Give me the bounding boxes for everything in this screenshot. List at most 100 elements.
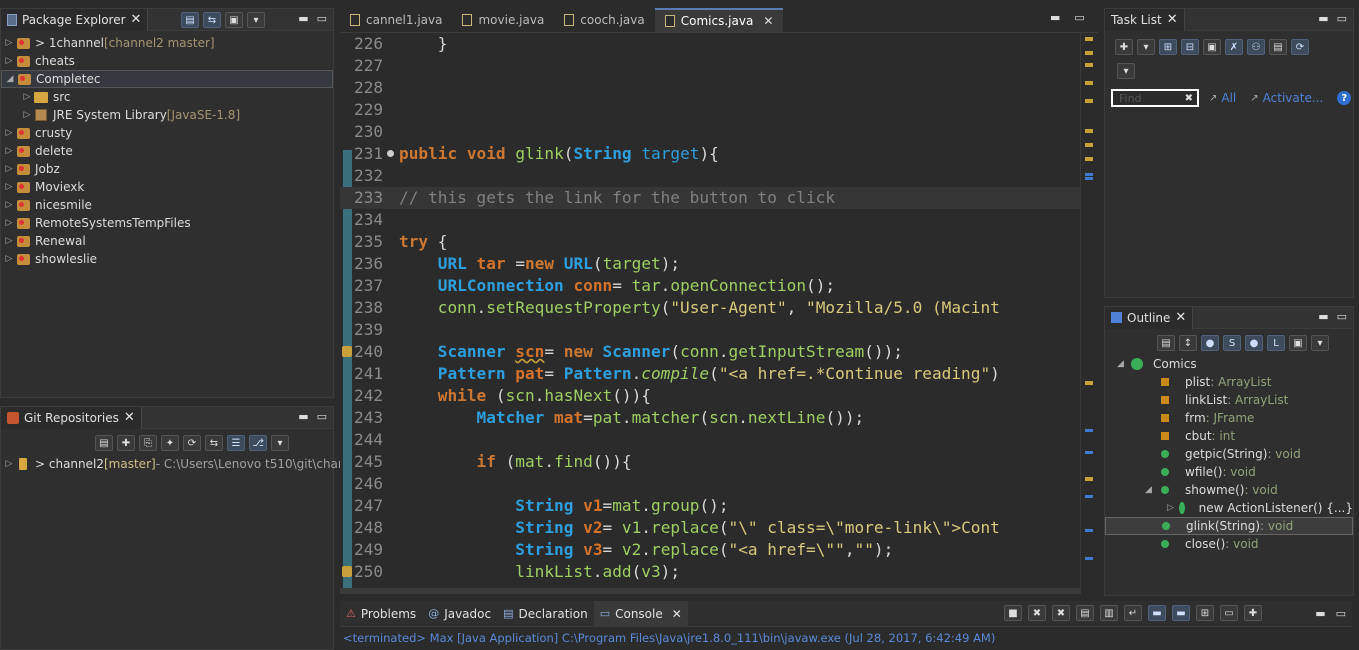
code-line[interactable]: 239 — [340, 319, 1080, 341]
expand-arrow-icon[interactable]: ▷ — [3, 164, 15, 174]
sort-icon[interactable]: ↕ — [1179, 335, 1197, 351]
collapse-arrow-icon[interactable]: ◢ — [4, 74, 16, 84]
collapse-all-icon[interactable]: ▤ — [1269, 39, 1287, 55]
tab-git-repositories[interactable]: Git Repositories ✕ — [1, 406, 142, 429]
tab-task-list[interactable]: Task List ✕ — [1105, 8, 1185, 31]
expand-arrow-icon[interactable]: ▷ — [21, 92, 33, 102]
code-line[interactable]: 249 String v3= v2.replace("<a href=\"","… — [340, 539, 1080, 561]
editor-tab[interactable]: Comics.java ✕ — [654, 8, 784, 32]
open-console-icon[interactable]: ✚ — [1244, 605, 1262, 621]
tree-item[interactable]: ▷ Renewal — [1, 232, 333, 250]
clear-icon[interactable]: ✖ — [1185, 93, 1197, 104]
outline-member-row[interactable]: frm : JFrame — [1105, 409, 1353, 427]
tree-item[interactable]: ▷ cheats — [1, 52, 333, 70]
expand-arrow-icon[interactable]: ▷ — [3, 56, 15, 66]
show-stdout-icon[interactable]: ▬ — [1148, 605, 1166, 621]
warning-icon[interactable] — [342, 346, 352, 357]
find-input[interactable]: Find ✖ — [1111, 89, 1199, 107]
code-line[interactable]: 246 — [340, 473, 1080, 495]
outline-member-row[interactable]: ▷ new ActionListener() {...} — [1105, 499, 1353, 517]
expand-arrow-icon[interactable]: ▷ — [3, 254, 15, 264]
hierarchy-icon[interactable]: ☰ — [227, 435, 245, 451]
code-editor[interactable]: 226 } 227 228 229 230 231 public void glink(St… — [340, 32, 1098, 594]
code-line[interactable]: 248 String v2= v1.replace("\" class=\"mo… — [340, 517, 1080, 539]
new-task-icon[interactable]: ✚ — [1115, 39, 1133, 55]
collapse-arrow-icon[interactable]: ◢ — [1117, 359, 1131, 369]
refresh-icon[interactable]: ⟳ — [183, 435, 201, 451]
warning-marker[interactable] — [1085, 477, 1093, 481]
clone-repo-icon[interactable]: ⎘ — [139, 435, 157, 451]
categorized-icon[interactable]: ⊞ — [1159, 39, 1177, 55]
expand-arrow-icon[interactable]: ▷ — [3, 128, 15, 138]
editor-tab[interactable]: cooch.java — [554, 8, 654, 32]
occurrence-marker[interactable] — [1085, 495, 1093, 498]
tree-item[interactable]: ▷ Jobz — [1, 160, 333, 178]
minimize-icon[interactable]: ▬ — [298, 410, 308, 423]
warning-icon[interactable] — [342, 566, 352, 577]
scheduled-icon[interactable]: ⊟ — [1181, 39, 1199, 55]
code-line[interactable]: 250 linkList.add(v3); — [340, 561, 1080, 583]
terminate-icon[interactable]: ■ — [1004, 605, 1022, 621]
help-icon[interactable]: ? — [1337, 91, 1352, 105]
outline-member-row[interactable]: plist : ArrayList — [1105, 373, 1353, 391]
tree-item[interactable]: ▷ > 1channel [channel2 master] — [1, 34, 333, 52]
code-line[interactable]: 230 — [340, 121, 1080, 143]
link-with-editor-icon[interactable]: ⇆ — [203, 12, 221, 28]
filter-icon[interactable]: ▣ — [225, 12, 243, 28]
outline-member-row[interactable]: close() : void — [1105, 535, 1353, 553]
expand-arrow-icon[interactable]: ▷ — [3, 146, 15, 156]
code-line[interactable]: 228 — [340, 77, 1080, 99]
tab-outline[interactable]: Outline ✕ — [1105, 306, 1194, 329]
warning-marker[interactable] — [1085, 99, 1093, 103]
tree-item[interactable]: ◢ Completec — [1, 70, 333, 88]
expand-arrow-icon[interactable]: ▷ — [3, 38, 15, 48]
close-icon[interactable]: ✕ — [763, 14, 773, 28]
code-line[interactable]: 245 if (mat.find()){ — [340, 451, 1080, 473]
word-wrap-icon[interactable]: ↵ — [1124, 605, 1142, 621]
remove-all-icon[interactable]: ✖ — [1052, 605, 1070, 621]
collapse-icon[interactable]: ▤ — [95, 435, 113, 451]
tab-declaration[interactable]: ▤ Declaration — [497, 601, 594, 627]
tree-item[interactable]: ▷ src — [1, 88, 333, 106]
collapse-all-icon[interactable]: ▤ — [181, 12, 199, 28]
code-line[interactable]: 240 Scanner scn= new Scanner(conn.getInp… — [340, 341, 1080, 363]
code-line[interactable]: 238 conn.setRequestProperty("User-Agent"… — [340, 297, 1080, 319]
outline-member-row[interactable]: wfile() : void — [1105, 463, 1353, 481]
close-icon[interactable]: ✕ — [124, 410, 135, 425]
tree-item[interactable]: ▷ delete — [1, 142, 333, 160]
minimize-icon[interactable]: ▬ — [1318, 310, 1328, 323]
filter-icon[interactable]: ▣ — [1203, 39, 1221, 55]
synchronize-icon[interactable]: ⟳ — [1291, 39, 1309, 55]
view-menu-icon[interactable]: ▾ — [247, 12, 265, 28]
filter-icon[interactable]: ▣ — [1289, 335, 1307, 351]
warning-marker[interactable] — [1085, 143, 1093, 147]
warning-marker[interactable] — [1085, 37, 1093, 41]
code-line[interactable]: 226 } — [340, 33, 1080, 55]
new-task-dropdown-icon[interactable]: ▾ — [1137, 39, 1155, 55]
horizontal-scrollbar[interactable] — [340, 588, 1080, 594]
code-line[interactable]: 237 URLConnection conn= tar.openConnecti… — [340, 275, 1080, 297]
code-line[interactable]: 235 try { — [340, 231, 1080, 253]
occurrence-marker[interactable] — [1085, 177, 1093, 180]
tree-item[interactable]: ▷ JRE System Library [JavaSE-1.8] — [1, 106, 333, 124]
warning-marker[interactable] — [1085, 381, 1093, 385]
tree-item[interactable]: ▷ nicesmile — [1, 196, 333, 214]
minimize-icon[interactable]: ▬ — [1315, 607, 1325, 620]
hide-fields-icon[interactable]: ● — [1201, 335, 1219, 351]
collapse-arrow-icon[interactable]: ◢ — [1145, 485, 1152, 495]
hide-static-icon[interactable]: S — [1223, 335, 1241, 351]
editor-tab[interactable]: movie.java — [452, 8, 554, 32]
tree-item[interactable]: ▷ showleslie — [1, 250, 333, 268]
git-repo-row[interactable]: ▷ > channel2 [master] - C:\Users\Lenovo … — [3, 455, 361, 473]
expand-arrow-icon[interactable]: ▷ — [3, 236, 15, 246]
close-icon[interactable]: ✕ — [672, 607, 682, 621]
hide-nonpublic-icon[interactable]: ● — [1245, 335, 1263, 351]
code-line[interactable]: 229 — [340, 99, 1080, 121]
close-icon[interactable]: ✕ — [131, 12, 142, 27]
expand-arrow-icon[interactable]: ▷ — [21, 110, 33, 120]
view-menu-icon[interactable]: ▾ — [1311, 335, 1329, 351]
tree-item[interactable]: ▷ Moviexk — [1, 178, 333, 196]
warning-marker[interactable] — [1085, 129, 1093, 133]
branch-icon[interactable]: ⎇ — [249, 435, 267, 451]
tab-problems[interactable]: ⚠ Problems — [340, 601, 422, 627]
